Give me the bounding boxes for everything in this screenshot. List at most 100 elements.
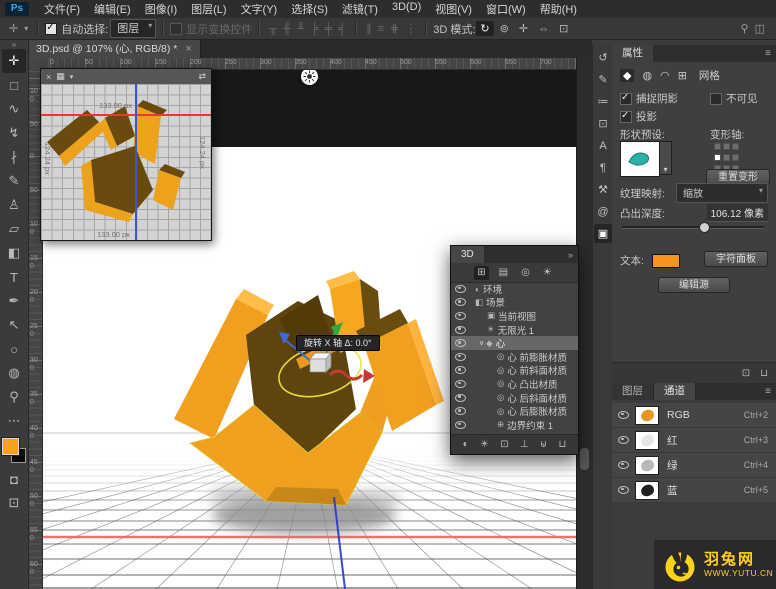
current-tool-icon[interactable]: ✛ (6, 21, 21, 36)
channel-row[interactable]: RGB Ctrl+2 (612, 403, 776, 428)
tool-button[interactable]: ✒ (2, 289, 26, 313)
filter-button[interactable]: ▤ (496, 266, 511, 280)
dock-panel-icon[interactable]: ▣ (594, 224, 612, 243)
menu-item[interactable]: 文件(F) (37, 0, 87, 19)
panel-menu-icon[interactable]: ≡ (760, 383, 776, 400)
3d-mode-button[interactable]: ✛ (515, 21, 532, 36)
3d-tree-row[interactable]: ◧ 场景 (451, 296, 578, 309)
deform-axis-grid[interactable] (714, 143, 739, 172)
visibility-eye-icon[interactable] (618, 436, 629, 444)
align-button[interactable]: ╨ (294, 22, 308, 36)
properties-tab[interactable]: 属性 (612, 45, 653, 62)
3d-tree-row[interactable]: ▣ 当前视图 (451, 309, 578, 323)
align-button[interactable]: ╥ (266, 22, 280, 36)
menu-item[interactable]: 3D(D) (385, 0, 428, 19)
3d-mode-button[interactable]: ↻ (476, 21, 494, 36)
3d-tree-row[interactable]: ◎ 心 后膨胀材质 (451, 404, 578, 418)
visibility-eye-icon[interactable] (455, 407, 466, 416)
3d-tree-row[interactable]: ◎ 心 后斜面材质 (451, 391, 578, 405)
visibility-eye-icon[interactable] (455, 420, 466, 429)
tool-button[interactable]: ▱ (2, 217, 26, 241)
dock-panel-icon[interactable]: A (594, 136, 612, 155)
extrusion-depth-slider[interactable] (622, 222, 764, 233)
3d-mode-button[interactable]: ⊚ (496, 21, 513, 36)
dock-panel-icon[interactable]: ↺ (594, 48, 612, 67)
tool-preset-caret-icon[interactable]: ▾ (21, 23, 31, 34)
visibility-eye-icon[interactable] (455, 366, 466, 375)
3d-tree-row[interactable]: ◎ 心 前膨胀材质 (451, 350, 578, 364)
tool-button[interactable]: ○ (2, 337, 26, 361)
visibility-eye-icon[interactable] (455, 284, 466, 293)
visibility-eye-icon[interactable] (455, 393, 466, 402)
invisible-checkbox[interactable] (710, 92, 722, 105)
dock-panel-icon[interactable]: ¶ (594, 158, 612, 177)
menu-item[interactable]: 帮助(H) (533, 0, 584, 19)
foreground-color-swatch[interactable] (2, 438, 19, 455)
tool-button[interactable]: ∤ (2, 145, 26, 169)
align-button[interactable]: ╫ (280, 22, 294, 36)
toolbar-collapse-icon[interactable]: » (0, 40, 28, 49)
3d-tree-row[interactable]: ☀ 无限光 1 (451, 323, 578, 337)
channel-row[interactable]: 红 Ctrl+3 (612, 428, 776, 453)
channel-row[interactable]: 绿 Ctrl+4 (612, 453, 776, 478)
chevron-down-icon[interactable]: ▾ (70, 73, 74, 81)
footer-icon[interactable]: ☀ (480, 439, 489, 450)
footer-icon[interactable]: ⊔ (760, 368, 768, 379)
tool-button[interactable]: ✛ (2, 49, 26, 73)
section-icon[interactable]: ◠ (660, 69, 670, 82)
view-select-icon[interactable]: ▦ (56, 71, 65, 82)
extrusion-depth-value[interactable]: 106.12 像素 (706, 204, 768, 222)
footer-icon[interactable]: ⊡ (500, 439, 508, 450)
expand-arrow-icon[interactable]: ∨ (479, 339, 484, 347)
channel-row[interactable]: 蓝 Ctrl+5 (612, 478, 776, 503)
align-button[interactable]: ╡ (335, 22, 349, 36)
menu-item[interactable]: 图像(I) (138, 0, 184, 19)
dock-panel-icon[interactable]: ⚒ (594, 180, 612, 199)
close-icon[interactable]: × (46, 72, 51, 82)
tool-button[interactable]: T (2, 265, 26, 289)
search-icon[interactable]: ⚲ (738, 21, 752, 36)
distribute-button[interactable]: ⋮ (402, 22, 419, 36)
visibility-eye-icon[interactable] (618, 461, 629, 469)
filter-button[interactable]: ⊞ (474, 265, 489, 280)
slider-thumb[interactable] (698, 222, 710, 233)
tool-button[interactable]: □ (2, 73, 26, 97)
auto-select-dropdown[interactable]: 图层 (110, 19, 157, 38)
3d-tree-row[interactable]: ◎ 心 前斜面材质 (451, 364, 578, 377)
show-transform-checkbox[interactable] (170, 22, 183, 35)
edit-source-button[interactable]: 编辑源 (658, 277, 730, 293)
visibility-eye-icon[interactable] (618, 486, 629, 494)
footer-icon[interactable]: ◐ (463, 439, 469, 450)
menu-item[interactable]: 窗口(W) (479, 0, 533, 19)
panel-menu-icon[interactable]: ≡ (760, 45, 776, 62)
light-widget[interactable] (301, 68, 318, 85)
menu-item[interactable]: 视图(V) (428, 0, 479, 19)
menu-item[interactable]: 图层(L) (184, 0, 233, 19)
tool-button[interactable]: ↖ (2, 313, 26, 337)
section-icon[interactable]: ⊞ (678, 69, 687, 82)
dock-panel-icon[interactable]: ≔ (594, 92, 612, 111)
distribute-button[interactable]: ∥ (363, 22, 375, 36)
section-icon[interactable]: ◍ (642, 69, 652, 82)
channels-tab[interactable]: 通道 (654, 383, 696, 400)
footer-icon[interactable]: ⊥ (520, 439, 529, 450)
filter-button[interactable]: ☀ (540, 266, 555, 280)
workspace-icon[interactable]: ◫ (752, 21, 768, 36)
character-panel-button[interactable]: 字符面板 (704, 251, 768, 267)
secondary-view-panel[interactable]: × ▦ ▾ ⇄ 133.00 px 124.24 px 124.24 px 13… (40, 68, 212, 241)
quick-mask-button[interactable]: ◘ (2, 467, 26, 491)
scrollbar-thumb[interactable] (580, 448, 589, 470)
distribute-button[interactable]: ≡ (375, 22, 387, 36)
distribute-button[interactable]: ⋕ (387, 22, 402, 36)
close-tab-icon[interactable]: × (185, 43, 191, 55)
shape-preset-thumbnail[interactable] (620, 141, 660, 177)
3d-tree-row[interactable]: ◐ 环境 (451, 282, 578, 296)
dock-panel-icon[interactable]: ⊡ (594, 114, 612, 133)
filter-button[interactable]: ◎ (518, 266, 533, 280)
3d-tree-row[interactable]: ⊕ 边界约束 1 (451, 418, 578, 432)
shape-preset-dropdown[interactable]: ▾ (659, 141, 672, 175)
footer-icon[interactable]: ⊔ (559, 439, 567, 450)
align-button[interactable]: ╞ (308, 22, 322, 36)
tool-button[interactable]: ◍ (2, 361, 26, 385)
tool-button[interactable]: ✎ (2, 169, 26, 193)
